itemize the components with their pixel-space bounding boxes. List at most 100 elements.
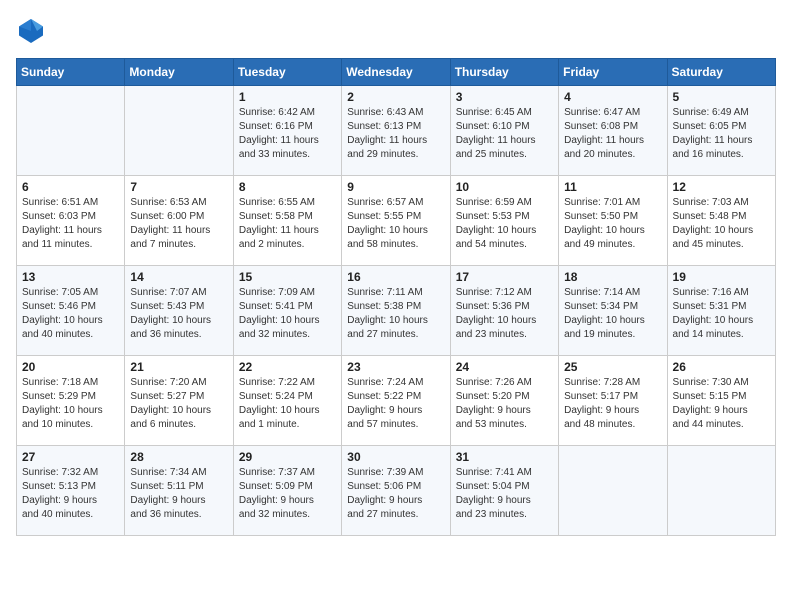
day-number: 23 [347, 360, 444, 374]
calendar-cell: 22 Sunrise: 7:22 AM Sunset: 5:24 PM Dayli… [233, 356, 341, 446]
day-details: Sunrise: 7:26 AM Sunset: 5:20 PM Dayligh… [456, 376, 553, 432]
calendar-cell: 29 Sunrise: 7:37 AM Sunset: 5:09 PM Dayli… [233, 446, 341, 536]
calendar-cell: 4 Sunrise: 6:47 AM Sunset: 6:08 PM Daylig… [559, 86, 667, 176]
day-number: 4 [564, 90, 661, 104]
day-details: Sunrise: 7:22 AM Sunset: 5:24 PM Dayligh… [239, 376, 336, 432]
calendar-cell: 18Sunrise: 7:14 AM Sunset: 5:34 PM Dayli… [559, 266, 667, 356]
day-details: Sunrise: 7:32 AM Sunset: 5:13 PM Dayligh… [22, 466, 119, 522]
day-number: 9 [347, 180, 444, 194]
day-details: Sunrise: 6:49 AM Sunset: 6:05 PM Dayligh… [673, 106, 770, 162]
day-number: 19 [673, 270, 770, 284]
header-friday: Friday [559, 59, 667, 86]
header-saturday: Saturday [667, 59, 775, 86]
calendar-cell: 31 Sunrise: 7:41 AM Sunset: 5:04 PM Dayli… [450, 446, 558, 536]
calendar-cell: 13 Sunrise: 7:05 AM Sunset: 5:46 PM Dayli… [17, 266, 125, 356]
calendar-cell [125, 86, 233, 176]
day-details: Sunrise: 7:07 AM Sunset: 5:43 PM Dayligh… [130, 286, 227, 342]
day-number: 13 [22, 270, 119, 284]
day-number: 20 [22, 360, 119, 374]
day-number: 26 [673, 360, 770, 374]
day-number: 6 [22, 180, 119, 194]
day-number: 16 [347, 270, 444, 284]
day-number: 30 [347, 450, 444, 464]
calendar-cell: 12 Sunrise: 7:03 AM Sunset: 5:48 PM Dayli… [667, 176, 775, 266]
day-number: 27 [22, 450, 119, 464]
calendar-week-5: 27 Sunrise: 7:32 AM Sunset: 5:13 PM Dayli… [17, 446, 776, 536]
day-details: Sunrise: 7:34 AM Sunset: 5:11 PM Dayligh… [130, 466, 227, 522]
day-number: 1 [239, 90, 336, 104]
day-number: 17 [456, 270, 553, 284]
day-details: Sunrise: 7:03 AM Sunset: 5:48 PM Dayligh… [673, 196, 770, 252]
calendar-cell: 21 Sunrise: 7:20 AM Sunset: 5:27 PM Dayli… [125, 356, 233, 446]
calendar-cell: 5Sunrise: 6:49 AM Sunset: 6:05 PM Daylig… [667, 86, 775, 176]
calendar-table: Sunday Monday Tuesday Wednesday Thursday… [16, 58, 776, 536]
calendar-week-4: 20 Sunrise: 7:18 AM Sunset: 5:29 PM Dayli… [17, 356, 776, 446]
calendar-cell: 1 Sunrise: 6:42 AM Sunset: 6:16 PM Daylig… [233, 86, 341, 176]
day-details: Sunrise: 7:41 AM Sunset: 5:04 PM Dayligh… [456, 466, 553, 522]
day-details: Sunrise: 7:11 AM Sunset: 5:38 PM Dayligh… [347, 286, 444, 342]
calendar-cell: 24 Sunrise: 7:26 AM Sunset: 5:20 PM Dayli… [450, 356, 558, 446]
day-number: 15 [239, 270, 336, 284]
calendar-cell: 16 Sunrise: 7:11 AM Sunset: 5:38 PM Dayli… [342, 266, 450, 356]
calendar-cell: 19Sunrise: 7:16 AM Sunset: 5:31 PM Dayli… [667, 266, 775, 356]
day-details: Sunrise: 7:18 AM Sunset: 5:29 PM Dayligh… [22, 376, 119, 432]
day-details: Sunrise: 7:05 AM Sunset: 5:46 PM Dayligh… [22, 286, 119, 342]
header-thursday: Thursday [450, 59, 558, 86]
calendar-cell: 23 Sunrise: 7:24 AM Sunset: 5:22 PM Dayli… [342, 356, 450, 446]
calendar-cell [667, 446, 775, 536]
day-number: 12 [673, 180, 770, 194]
day-details: Sunrise: 6:57 AM Sunset: 5:55 PM Dayligh… [347, 196, 444, 252]
day-details: Sunrise: 6:43 AM Sunset: 6:13 PM Dayligh… [347, 106, 444, 162]
day-details: Sunrise: 7:20 AM Sunset: 5:27 PM Dayligh… [130, 376, 227, 432]
day-details: Sunrise: 7:39 AM Sunset: 5:06 PM Dayligh… [347, 466, 444, 522]
day-number: 28 [130, 450, 227, 464]
day-number: 21 [130, 360, 227, 374]
calendar-cell [17, 86, 125, 176]
calendar-cell: 20 Sunrise: 7:18 AM Sunset: 5:29 PM Dayli… [17, 356, 125, 446]
calendar-cell [559, 446, 667, 536]
calendar-week-2: 6Sunrise: 6:51 AM Sunset: 6:03 PM Daylig… [17, 176, 776, 266]
calendar-cell: 27 Sunrise: 7:32 AM Sunset: 5:13 PM Dayli… [17, 446, 125, 536]
calendar-cell: 17 Sunrise: 7:12 AM Sunset: 5:36 PM Dayli… [450, 266, 558, 356]
header-wednesday: Wednesday [342, 59, 450, 86]
day-details: Sunrise: 7:37 AM Sunset: 5:09 PM Dayligh… [239, 466, 336, 522]
day-number: 2 [347, 90, 444, 104]
day-details: Sunrise: 6:42 AM Sunset: 6:16 PM Dayligh… [239, 106, 336, 162]
calendar-cell: 2 Sunrise: 6:43 AM Sunset: 6:13 PM Daylig… [342, 86, 450, 176]
day-number: 22 [239, 360, 336, 374]
day-number: 14 [130, 270, 227, 284]
day-details: Sunrise: 6:55 AM Sunset: 5:58 PM Dayligh… [239, 196, 336, 252]
day-number: 3 [456, 90, 553, 104]
calendar-week-3: 13 Sunrise: 7:05 AM Sunset: 5:46 PM Dayli… [17, 266, 776, 356]
calendar-cell: 11Sunrise: 7:01 AM Sunset: 5:50 PM Dayli… [559, 176, 667, 266]
calendar-cell: 3 Sunrise: 6:45 AM Sunset: 6:10 PM Daylig… [450, 86, 558, 176]
day-details: Sunrise: 7:28 AM Sunset: 5:17 PM Dayligh… [564, 376, 661, 432]
calendar-cell: 10 Sunrise: 6:59 AM Sunset: 5:53 PM Dayli… [450, 176, 558, 266]
header-row: Sunday Monday Tuesday Wednesday Thursday… [17, 59, 776, 86]
page-header [16, 16, 776, 46]
day-details: Sunrise: 6:59 AM Sunset: 5:53 PM Dayligh… [456, 196, 553, 252]
day-details: Sunrise: 6:53 AM Sunset: 6:00 PM Dayligh… [130, 196, 227, 252]
calendar-cell: 30 Sunrise: 7:39 AM Sunset: 5:06 PM Dayli… [342, 446, 450, 536]
day-number: 11 [564, 180, 661, 194]
day-details: Sunrise: 7:12 AM Sunset: 5:36 PM Dayligh… [456, 286, 553, 342]
calendar-cell: 7 Sunrise: 6:53 AM Sunset: 6:00 PM Daylig… [125, 176, 233, 266]
day-number: 25 [564, 360, 661, 374]
day-number: 31 [456, 450, 553, 464]
day-details: Sunrise: 7:30 AM Sunset: 5:15 PM Dayligh… [673, 376, 770, 432]
calendar-cell: 6Sunrise: 6:51 AM Sunset: 6:03 PM Daylig… [17, 176, 125, 266]
calendar-cell: 15 Sunrise: 7:09 AM Sunset: 5:41 PM Dayli… [233, 266, 341, 356]
day-number: 10 [456, 180, 553, 194]
logo [16, 16, 50, 46]
day-number: 8 [239, 180, 336, 194]
day-number: 7 [130, 180, 227, 194]
header-tuesday: Tuesday [233, 59, 341, 86]
day-details: Sunrise: 7:24 AM Sunset: 5:22 PM Dayligh… [347, 376, 444, 432]
day-number: 29 [239, 450, 336, 464]
day-number: 24 [456, 360, 553, 374]
day-details: Sunrise: 6:47 AM Sunset: 6:08 PM Dayligh… [564, 106, 661, 162]
day-details: Sunrise: 6:45 AM Sunset: 6:10 PM Dayligh… [456, 106, 553, 162]
day-details: Sunrise: 7:09 AM Sunset: 5:41 PM Dayligh… [239, 286, 336, 342]
logo-icon [16, 16, 46, 46]
day-details: Sunrise: 7:14 AM Sunset: 5:34 PM Dayligh… [564, 286, 661, 342]
